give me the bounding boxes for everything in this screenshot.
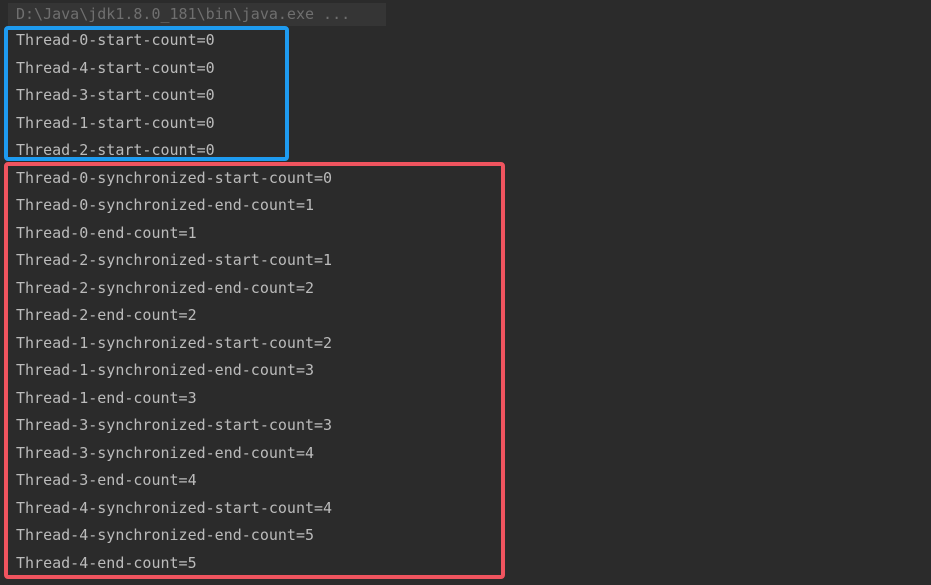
output-line: Thread-3-synchronized-start-count=3 xyxy=(16,416,333,434)
output-line: Thread-3-end-count=4 xyxy=(16,471,197,489)
output-line: Thread-1-start-count=0 xyxy=(16,113,215,132)
output-line: Thread-4-synchronized-start-count=4 xyxy=(16,498,333,517)
output-line: Thread-2-synchronized-start-count=1 xyxy=(16,251,333,269)
output-line: Thread-4-synchronized-end-count=5 xyxy=(16,526,315,544)
output-line: Thread-3-start-count=0 xyxy=(16,86,215,104)
output-line: Thread-0-start-count=0 xyxy=(16,31,215,49)
output-line: Thread-2-synchronized-end-count=2 xyxy=(16,278,315,297)
output-line: Thread-2-end-count=2 xyxy=(16,306,197,324)
output-line: Thread-4-start-count=0 xyxy=(16,58,215,77)
output-line: Thread-0-end-count=1 xyxy=(16,223,197,242)
output-line: Thread-1-end-count=3 xyxy=(16,388,197,407)
output-line: Thread-4-end-count=5 xyxy=(16,553,197,572)
output-line: Thread-3-synchronized-end-count=4 xyxy=(16,443,315,462)
output-line: Thread-0-synchronized-end-count=1 xyxy=(16,196,315,214)
output-line: Thread-0-synchronized-start-count=0 xyxy=(16,168,333,187)
output-line: Thread-2-start-count=0 xyxy=(16,141,215,159)
run-command-line: D:\Java\jdk1.8.0_181\bin\java.exe ... xyxy=(8,3,386,26)
output-line: Thread-1-synchronized-start-count=2 xyxy=(16,333,333,352)
output-line: Thread-1-synchronized-end-count=3 xyxy=(16,361,315,379)
console-output[interactable]: D:\Java\jdk1.8.0_181\bin\java.exe ... Th… xyxy=(0,0,931,585)
